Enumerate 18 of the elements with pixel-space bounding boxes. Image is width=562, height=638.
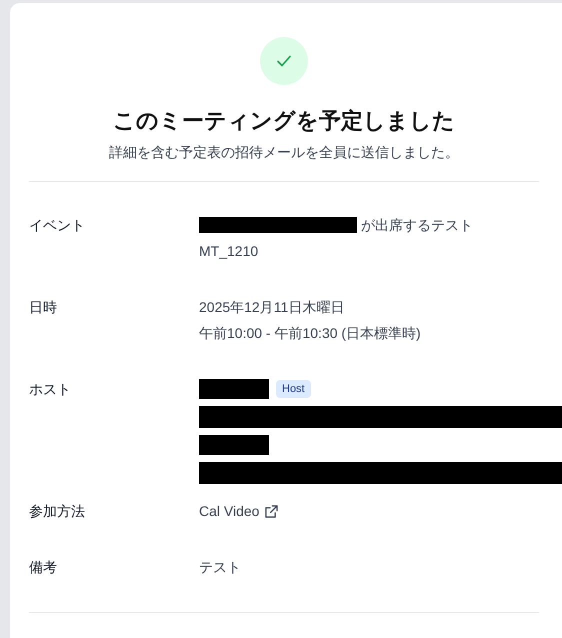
host-badge: Host [276,380,311,398]
field-label: 日時 [29,298,58,317]
field-value: 2025年12月11日木曜日 [199,298,344,317]
field-label: イベント [29,216,86,235]
field-value: MT_1210 [199,242,258,261]
external-link-icon [265,504,278,518]
success-icon [260,37,308,85]
field-value: テスト [199,558,241,577]
field-value: が出席するテスト [361,216,473,235]
field-label: 備考 [29,558,58,577]
field-value: 午前10:00 - 午前10:30 (日本標準時) [199,324,421,343]
redaction-bar [199,435,269,455]
field-label: ホスト [29,380,72,399]
field-label: 参加方法 [29,502,86,521]
video-link[interactable]: Cal Video [199,500,278,522]
page-title: このミーティングを予定しました [113,107,455,135]
redaction-bar [199,379,269,399]
subtitle: 詳細を含む予定表の招待メールを全員に送信しました。 [109,143,459,162]
